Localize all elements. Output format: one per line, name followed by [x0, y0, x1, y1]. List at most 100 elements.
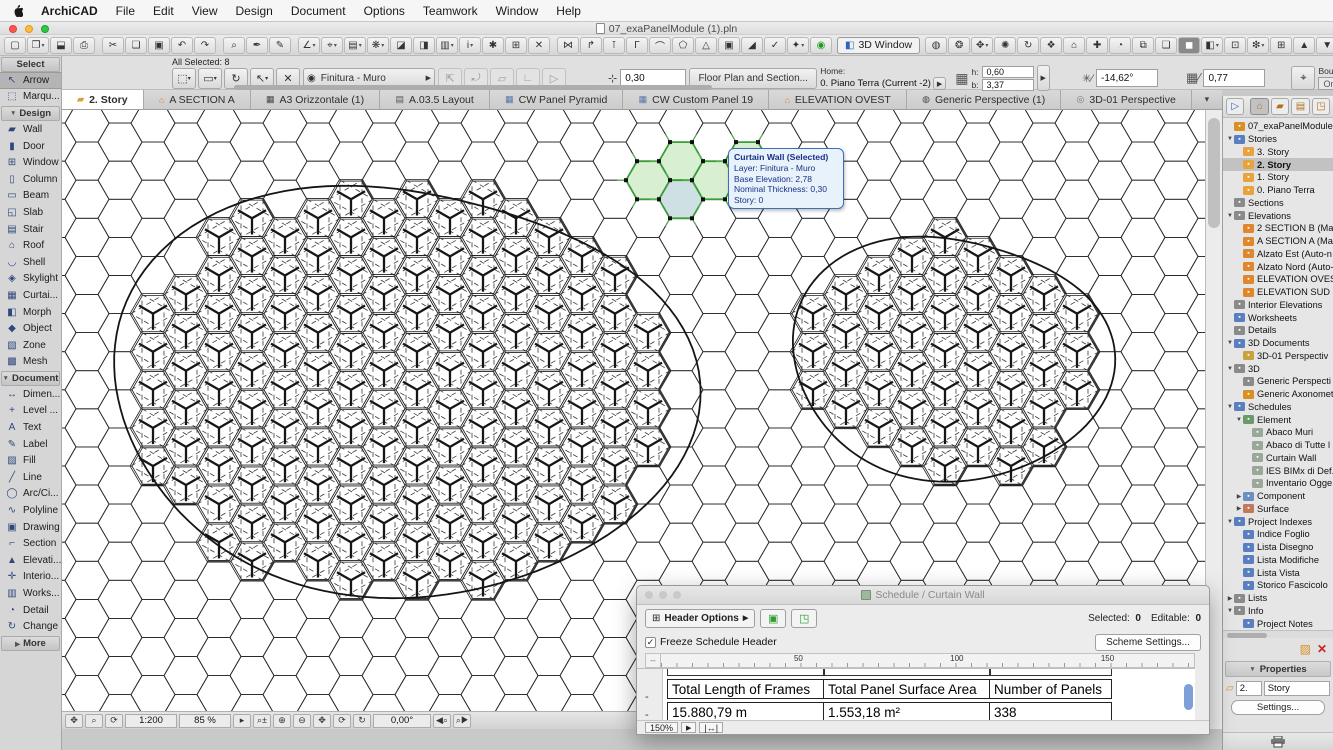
- bimx-icon[interactable]: ⊡: [1224, 37, 1246, 54]
- toolbox-header-design[interactable]: ▼Design: [1, 106, 60, 121]
- tree-item-elevation-oves[interactable]: ▪ELEVATION OVES: [1223, 273, 1333, 286]
- toolbox-header-document[interactable]: ▼Document: [1, 371, 60, 386]
- tree-item-ies-bimx-di-def-[interactable]: ▪IES BIMx di Def.: [1223, 464, 1333, 477]
- tree-item-indice-foglio[interactable]: ▪Indice Foglio: [1223, 528, 1333, 541]
- toolbox-header-more[interactable]: ▶More: [1, 636, 60, 651]
- tab-a-section-a[interactable]: ⌂A SECTION A: [144, 90, 251, 109]
- tool-slab[interactable]: ◱Slab: [0, 204, 61, 221]
- tree-item-alzato-nord-auto-[interactable]: ▪Alzato Nord (Auto-: [1223, 260, 1333, 273]
- rotation-angle-box[interactable]: 0,00°: [373, 714, 431, 728]
- schedule-title-bar[interactable]: Schedule / Curtain Wall: [637, 586, 1209, 605]
- project-map-icon[interactable]: ⌂: [1250, 98, 1268, 115]
- schedule-minimize-icon[interactable]: [659, 591, 667, 599]
- next-zoom-icon[interactable]: ⌕▶: [453, 714, 471, 728]
- paste-view-icon[interactable]: ❏: [1155, 37, 1177, 54]
- surface-paint-icon[interactable]: ▲: [1293, 37, 1315, 54]
- orbit-icon[interactable]: ⟳: [333, 714, 351, 728]
- scheme-settings-button[interactable]: Scheme Settings...: [1095, 634, 1201, 651]
- new-item-icon[interactable]: ▨: [1300, 642, 1311, 656]
- tree-item-interior-elevations[interactable]: ▪Interior Elevations: [1223, 299, 1333, 312]
- tool-elevati[interactable]: ▲Elevati...: [0, 552, 61, 569]
- virtual-trace-icon[interactable]: ◨: [413, 37, 435, 54]
- schedule-table-area[interactable]: - - Total Length of FramesTotal Panel Su…: [637, 668, 1195, 720]
- explore-icon[interactable]: ✺: [994, 37, 1016, 54]
- project-chooser-icon[interactable]: ▷: [1226, 98, 1244, 115]
- header-options-button[interactable]: ⊞ Header Options ▶: [645, 609, 755, 628]
- tool-detail[interactable]: ◔Detail: [0, 602, 61, 619]
- closed-arrow-icon[interactable]: ▶: [1235, 493, 1243, 500]
- schedule-data-cell[interactable]: 338: [990, 702, 1112, 720]
- paste-icon[interactable]: ▣: [148, 37, 170, 54]
- tool-change[interactable]: ↻Change: [0, 618, 61, 635]
- tree-item-generic-perspecti[interactable]: ▪Generic Perspecti: [1223, 375, 1333, 388]
- tool-drawing[interactable]: ▣Drawing: [0, 519, 61, 536]
- tree-item-info[interactable]: ▼▪Info: [1223, 605, 1333, 618]
- scale-box[interactable]: 1:200: [125, 714, 177, 728]
- tree-item-a-section-a-mar[interactable]: ▪A SECTION A (Mar: [1223, 235, 1333, 248]
- camera-icon[interactable]: ◍: [925, 37, 947, 54]
- tool-shell[interactable]: ◡Shell: [0, 254, 61, 271]
- tree-item-lista-disegno[interactable]: ▪Lista Disegno: [1223, 541, 1333, 554]
- zoom-out-icon[interactable]: ⊖: [293, 714, 311, 728]
- tree-item-details[interactable]: ▪Details: [1223, 324, 1333, 337]
- home-view-icon[interactable]: ⌂: [1063, 37, 1085, 54]
- open-arrow-icon[interactable]: ▼: [1226, 404, 1234, 410]
- tool-label[interactable]: ✎Label: [0, 436, 61, 453]
- save-icon[interactable]: ⬓: [50, 37, 72, 54]
- tree-item-3d-01-perspectiv[interactable]: ▪3D-01 Perspectiv: [1223, 350, 1333, 363]
- zoom-to-panel-icon[interactable]: ◳: [791, 609, 817, 628]
- tool-interio[interactable]: ✛Interio...: [0, 569, 61, 586]
- schedule-header-cell[interactable]: Number of Panels: [990, 679, 1112, 699]
- tree-item-3-story[interactable]: ▪3. Story: [1223, 146, 1333, 159]
- renovation-filter-icon[interactable]: ✱: [482, 37, 504, 54]
- zoom-custom-icon[interactable]: ⌕±: [253, 714, 271, 728]
- layout-book-icon[interactable]: ▤: [1291, 98, 1309, 115]
- open-arrow-icon[interactable]: ▼: [1226, 608, 1234, 614]
- tool-dimen[interactable]: ↔Dimen...: [0, 386, 61, 403]
- copy-icon[interactable]: ❏: [125, 37, 147, 54]
- tree-item-2-story[interactable]: ▪2. Story: [1223, 158, 1333, 171]
- expand-icon[interactable]: ▸: [233, 714, 251, 728]
- find-select-icon[interactable]: ⌕: [223, 37, 245, 54]
- tool-column[interactable]: ▯Column: [0, 171, 61, 188]
- tree-item-inventario-ogge[interactable]: ▪Inventario Ogge: [1223, 477, 1333, 490]
- tree-item-0-piano-terra[interactable]: ▪0. Piano Terra: [1223, 184, 1333, 197]
- 3d-window-button[interactable]: ◧ 3D Window: [837, 37, 920, 54]
- tool-fill[interactable]: ▨Fill: [0, 452, 61, 469]
- closed-arrow-icon[interactable]: ▶: [1226, 595, 1234, 602]
- tool-curtai[interactable]: ▦Curtai...: [0, 287, 61, 304]
- tree-item-07-exapanelmodule-1-[interactable]: ▪07_exaPanelModule (1): [1223, 120, 1333, 133]
- b-field[interactable]: 3,37: [982, 79, 1034, 91]
- tool-zone[interactable]: ▧Zone: [0, 337, 61, 354]
- view-map-icon[interactable]: ▰: [1271, 98, 1289, 115]
- magic-wand-icon[interactable]: ✦▾: [787, 37, 809, 54]
- open-arrow-icon[interactable]: ▼: [1226, 366, 1234, 372]
- freeze-schedule-header-checkbox[interactable]: ✓ Freeze Schedule Header: [645, 636, 777, 648]
- orbit-icon[interactable]: ↻: [1017, 37, 1039, 54]
- solid-ops-icon[interactable]: △: [695, 37, 717, 54]
- trace-reference-icon[interactable]: ◪: [390, 37, 412, 54]
- tool-door[interactable]: ▮Door: [0, 138, 61, 155]
- tree-item-2-section-b-mar[interactable]: ▪2 SECTION B (Mar: [1223, 222, 1333, 235]
- tool-works[interactable]: ▥Works...: [0, 585, 61, 602]
- tree-item-elevation-sud-[interactable]: ▪ELEVATION SUD (: [1223, 286, 1333, 299]
- tool-arcci[interactable]: ◯Arc/Ci...: [0, 486, 61, 503]
- schedule-window[interactable]: Schedule / Curtain Wall ⊞ Header Options…: [636, 585, 1210, 735]
- look-to-icon[interactable]: ❖: [1040, 37, 1062, 54]
- fly-icon[interactable]: ◔: [1109, 37, 1131, 54]
- publisher-icon[interactable]: ◳: [1312, 98, 1330, 115]
- tab-generic-perspective-1-[interactable]: ◍Generic Perspective (1): [907, 90, 1061, 109]
- layers-icon[interactable]: ▤▾: [344, 37, 366, 54]
- tree-item-project-indexes[interactable]: ▼▪Project Indexes: [1223, 515, 1333, 528]
- drawing-order-icon[interactable]: ▭▾: [198, 68, 222, 89]
- trim-icon[interactable]: ⋈: [557, 37, 579, 54]
- pan-icon[interactable]: ✥: [313, 714, 331, 728]
- tree-item-stories[interactable]: ▼▪Stories: [1223, 133, 1333, 146]
- toolbox-header-select[interactable]: Select: [1, 57, 60, 72]
- tab-elevation-ovest[interactable]: ⌂ELEVATION OVEST: [769, 90, 907, 109]
- open-arrow-icon[interactable]: ▼: [1226, 136, 1234, 142]
- fill-tool-icon[interactable]: ◢: [741, 37, 763, 54]
- menu-item-design[interactable]: Design: [236, 4, 273, 18]
- schedule-zoom-stepper[interactable]: ▶: [681, 722, 696, 733]
- tab-overflow-dropdown[interactable]: ▾: [1192, 90, 1222, 109]
